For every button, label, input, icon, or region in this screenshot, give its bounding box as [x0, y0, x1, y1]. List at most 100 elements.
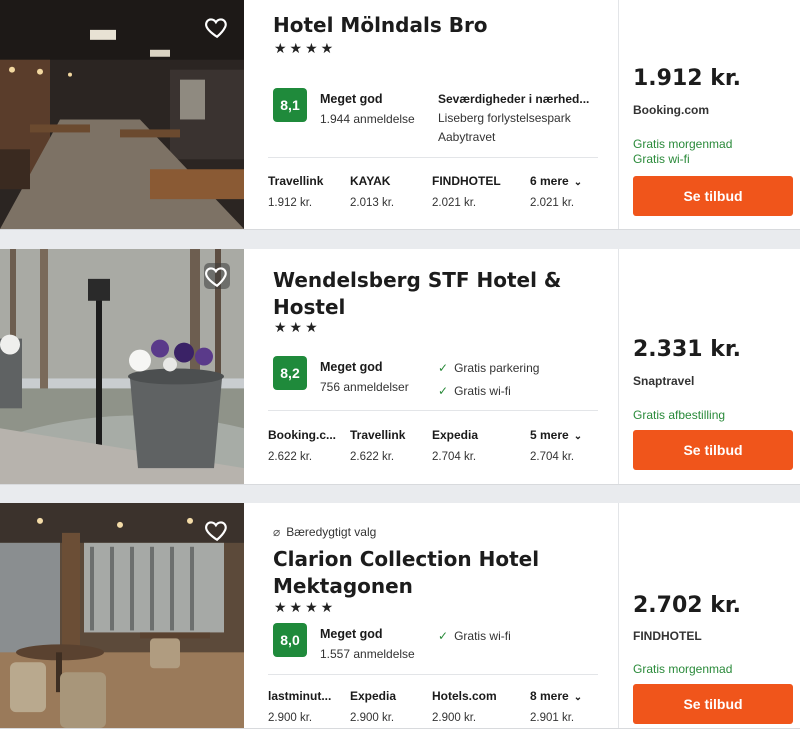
- provider-price: 2.901 kr.: [530, 712, 575, 724]
- more-providers-button[interactable]: 6 mere ⌄ 2.021 kr.: [530, 174, 610, 209]
- review-count[interactable]: 756 anmeldelser: [320, 380, 409, 394]
- more-label: 5 mere: [530, 428, 569, 442]
- review-score: 8,0: [273, 623, 307, 657]
- more-label: 6 mere: [530, 174, 569, 188]
- amenity-item: Gratis wi-fi: [454, 629, 511, 643]
- provider-name: lastminut...: [268, 689, 332, 703]
- check-icon: ✓: [438, 384, 449, 398]
- perk-list: Gratis morgenmad Gratis wi-fi: [633, 137, 732, 167]
- provider-price: 2.622 kr.: [268, 451, 313, 463]
- amenity-list: ✓ Gratis wi-fi: [438, 627, 511, 646]
- hotel-photo[interactable]: [0, 503, 244, 728]
- see-deal-button[interactable]: Se tilbud: [633, 176, 793, 216]
- provider-name: KAYAK: [350, 174, 391, 188]
- provider-price: 2.900 kr.: [350, 712, 395, 724]
- price-panel: 1.912 kr. Booking.com Gratis morgenmad G…: [618, 0, 800, 229]
- hotel-name[interactable]: Hotel Mölndals Bro: [273, 12, 593, 39]
- price-panel: 2.331 kr. Snaptravel Gratis afbestilling…: [618, 249, 800, 484]
- see-deal-button[interactable]: Se tilbud: [633, 430, 793, 470]
- favorite-button[interactable]: [204, 14, 230, 40]
- divider: [268, 674, 598, 675]
- booking-site: Snaptravel: [633, 374, 695, 388]
- check-icon: ✓: [438, 629, 449, 643]
- more-providers-button[interactable]: 5 mere ⌄ 2.704 kr.: [530, 428, 610, 463]
- best-price: 2.702 kr.: [633, 593, 741, 618]
- provider-offer[interactable]: Travellink 2.622 kr.: [350, 428, 430, 463]
- provider-offer[interactable]: KAYAK 2.013 kr.: [350, 174, 430, 209]
- sustainability-badge: ⌀ Bæredygtigt valg: [273, 525, 376, 539]
- rating-label: Meget god: [320, 627, 383, 641]
- chevron-down-icon: ⌄: [573, 692, 583, 703]
- provider-price: 2.013 kr.: [350, 197, 395, 209]
- hotel-name[interactable]: Clarion Collection Hotel Mektagonen: [273, 546, 593, 600]
- attraction-item: Aabytravet: [438, 130, 496, 144]
- perk-list: Gratis morgenmad: [633, 662, 732, 677]
- provider-name: Travellink: [350, 428, 406, 442]
- perk-item: Gratis morgenmad: [633, 137, 733, 151]
- provider-name: Booking.c...: [268, 428, 337, 442]
- favorite-button[interactable]: [204, 517, 230, 543]
- hotel-photo[interactable]: [0, 249, 244, 484]
- provider-offer[interactable]: lastminut... 2.900 kr.: [268, 689, 348, 724]
- more-providers-button[interactable]: 8 mere ⌄ 2.901 kr.: [530, 689, 610, 724]
- provider-name: Travellink: [268, 174, 324, 188]
- hotel-info: Wendelsberg STF Hotel & Hostel ★★★ 8,2 M…: [268, 249, 598, 484]
- provider-price: 1.912 kr.: [268, 197, 313, 209]
- favorite-button[interactable]: [204, 263, 230, 289]
- review-count[interactable]: 1.557 anmeldelse: [320, 647, 415, 661]
- attractions-heading: Seværdigheder i nærhed...: [438, 92, 590, 106]
- provider-name: Expedia: [432, 428, 479, 442]
- hotel-card[interactable]: Hotel Mölndals Bro ★★★★ 8,1 Meget god 1.…: [0, 0, 800, 230]
- see-deal-button[interactable]: Se tilbud: [633, 684, 793, 724]
- provider-offer[interactable]: FINDHOTEL 2.021 kr.: [432, 174, 512, 209]
- eco-label: Bæredygtigt valg: [286, 525, 377, 539]
- rating-label: Meget god: [320, 360, 383, 374]
- price-panel: 2.702 kr. FINDHOTEL Gratis morgenmad Se …: [618, 503, 800, 728]
- provider-offer[interactable]: Expedia 2.704 kr.: [432, 428, 512, 463]
- provider-offer[interactable]: Hotels.com 2.900 kr.: [432, 689, 512, 724]
- hotel-card[interactable]: ⌀ Bæredygtigt valg Clarion Collection Hot…: [0, 503, 800, 729]
- hotel-info: ⌀ Bæredygtigt valg Clarion Collection Hot…: [268, 503, 598, 728]
- heart-icon: [205, 521, 227, 542]
- leaf-icon: ⌀: [273, 525, 281, 539]
- amenity-item: Gratis parkering: [454, 361, 540, 375]
- star-rating: ★★★★: [274, 599, 337, 615]
- provider-name: Hotels.com: [432, 689, 497, 703]
- provider-name: FINDHOTEL: [432, 174, 501, 188]
- hotel-info: Hotel Mölndals Bro ★★★★ 8,1 Meget god 1.…: [268, 0, 598, 229]
- heart-icon: [205, 267, 227, 288]
- hotel-name[interactable]: Wendelsberg STF Hotel & Hostel: [273, 267, 593, 321]
- booking-site: Booking.com: [633, 103, 710, 117]
- provider-price: 2.021 kr.: [432, 197, 477, 209]
- perk-item: Gratis wi-fi: [633, 152, 690, 166]
- hotel-photo[interactable]: [0, 0, 244, 229]
- provider-name: Expedia: [350, 689, 397, 703]
- attraction-item: Liseberg forlystelsespark: [438, 111, 571, 125]
- rating-label: Meget god: [320, 92, 383, 106]
- chevron-down-icon: ⌄: [573, 431, 583, 442]
- provider-price: 2.021 kr.: [530, 197, 575, 209]
- provider-price: 2.704 kr.: [530, 451, 575, 463]
- provider-price: 2.622 kr.: [350, 451, 395, 463]
- hotel-card[interactable]: Wendelsberg STF Hotel & Hostel ★★★ 8,2 M…: [0, 249, 800, 485]
- review-count[interactable]: 1.944 anmeldelse: [320, 112, 415, 126]
- nearby-attractions: Seværdigheder i nærhed... Liseberg forly…: [438, 90, 589, 147]
- amenity-item: Gratis wi-fi: [454, 384, 511, 398]
- provider-offer[interactable]: Expedia 2.900 kr.: [350, 689, 430, 724]
- divider: [268, 410, 598, 411]
- star-rating: ★★★★: [274, 40, 337, 56]
- provider-price: 2.900 kr.: [432, 712, 477, 724]
- more-label: 8 mere: [530, 689, 569, 703]
- divider: [268, 157, 598, 158]
- perk-list: Gratis afbestilling: [633, 408, 725, 423]
- best-price: 2.331 kr.: [633, 337, 741, 362]
- review-score: 8,1: [273, 88, 307, 122]
- booking-site: FINDHOTEL: [633, 629, 702, 643]
- perk-item: Gratis morgenmad: [633, 662, 733, 676]
- provider-offer[interactable]: Travellink 1.912 kr.: [268, 174, 348, 209]
- heart-icon: [205, 18, 227, 39]
- perk-item: Gratis afbestilling: [633, 408, 726, 422]
- provider-price: 2.704 kr.: [432, 451, 477, 463]
- provider-offer[interactable]: Booking.c... 2.622 kr.: [268, 428, 348, 463]
- amenity-list: ✓ Gratis parkering ✓ Gratis wi-fi: [438, 359, 539, 401]
